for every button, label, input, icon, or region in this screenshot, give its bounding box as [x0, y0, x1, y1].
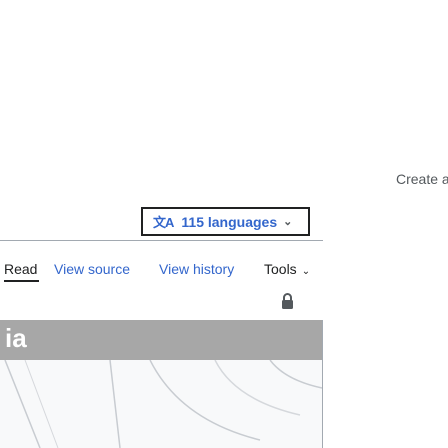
translate-icon: 文A — [153, 215, 174, 230]
chevron-down-icon: ⌄ — [301, 266, 311, 277]
tab-read[interactable]: Read — [4, 261, 37, 277]
chevron-down-icon: ⌄ — [283, 216, 293, 228]
image-border — [322, 320, 323, 448]
tabs-divider — [0, 240, 323, 241]
image-body — [0, 359, 323, 448]
languages-button[interactable]: 文A 115 languages ⌄ — [141, 207, 310, 236]
create-account-link[interactable]: Create a — [396, 171, 448, 187]
tab-read-indicator — [4, 280, 39, 282]
languages-label: 115 languages — [181, 213, 278, 230]
article-image[interactable]: ia — [0, 320, 323, 448]
tools-label: Tools — [264, 261, 297, 277]
lock-icon[interactable] — [281, 293, 294, 309]
tools-dropdown[interactable]: Tools ⌄ — [264, 261, 310, 277]
image-caption-text: ia — [5, 323, 27, 353]
tab-view-history[interactable]: View history — [159, 261, 234, 277]
image-banner: ia — [0, 320, 323, 360]
image-illustration — [4, 359, 323, 448]
tab-view-source[interactable]: View source — [54, 261, 130, 277]
